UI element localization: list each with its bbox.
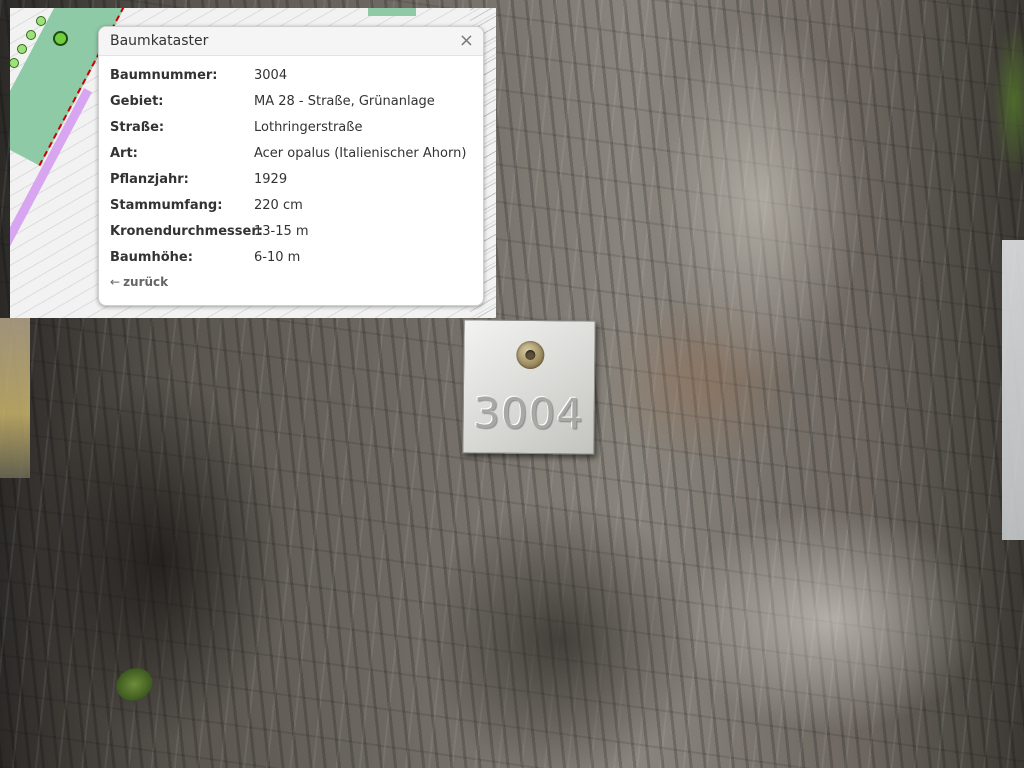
arrow-left-icon: ← <box>110 275 121 289</box>
tree-marker[interactable] <box>17 44 27 54</box>
attribute-label: Stammumfang: <box>110 197 223 213</box>
attribute-value: MA 28 - Straße, Grünanlage <box>254 94 435 110</box>
attribute-value: 13-15 m <box>254 223 309 239</box>
attribute-list: Baumnummer: 3004 Gebiet: MA 28 - Straße,… <box>110 63 477 270</box>
attribute-row-stammumfang: Stammumfang: 220 cm <box>110 192 477 218</box>
close-icon[interactable]: × <box>459 30 474 52</box>
foliage <box>984 0 1024 230</box>
attribute-label: Baumhöhe: <box>110 249 193 265</box>
popup-header: Baumkataster × <box>99 27 483 56</box>
attribute-value: 220 cm <box>254 197 303 213</box>
attribute-value: 3004 <box>254 68 288 84</box>
tree-number-tag: 3004 <box>462 319 596 455</box>
attribute-row-gebiet: Gebiet: MA 28 - Straße, Grünanlage <box>110 89 477 115</box>
attribute-value: 1929 <box>254 172 288 187</box>
attribute-row-kronendurchmesser: Kronendurchmesser: 13-15 m <box>110 218 477 244</box>
attribute-value: 6-10 m <box>254 249 301 265</box>
attribute-row-strasse: Straße: Lothringerstraße <box>110 115 477 141</box>
map-green-strip <box>368 8 416 16</box>
attribute-label: Gebiet: <box>110 94 164 110</box>
tree-marker-selected[interactable] <box>53 31 68 46</box>
attribute-label: Straße: <box>110 120 165 136</box>
popup-title: Baumkataster <box>110 33 209 49</box>
tree-marker[interactable] <box>36 16 46 26</box>
tree-info-popup: Baumkataster × Baumnummer: 3004 Gebiet: … <box>98 26 484 306</box>
attribute-value: Lothringerstraße <box>254 120 363 136</box>
attribute-row-baumhoehe: Baumhöhe: 6-10 m <box>110 244 477 270</box>
background-sky <box>1002 240 1024 540</box>
attribute-label: Art: <box>110 146 138 162</box>
tag-number: 3004 <box>473 388 585 439</box>
attribute-row-baumnummer: Baumnummer: 3004 <box>110 63 477 89</box>
map-view[interactable]: Baumkataster × Baumnummer: 3004 Gebiet: … <box>10 8 496 318</box>
attribute-label: Baumnummer: <box>110 68 218 84</box>
small-leaf <box>97 648 175 728</box>
attribute-label: Kronendurchmesser: <box>110 223 263 239</box>
tree-marker[interactable] <box>26 30 36 40</box>
tag-screw <box>516 340 545 370</box>
back-label: zurück <box>123 275 169 289</box>
attribute-label: Pflanzjahr: <box>110 172 189 187</box>
background-left <box>0 318 30 478</box>
attribute-row-art: Art: Acer opalus (Italienischer Ahorn) <box>110 141 477 167</box>
attribute-row-pflanzjahr: Pflanzjahr: 1929 <box>110 167 477 193</box>
back-link[interactable]: ← zurück <box>110 275 168 289</box>
attribute-value: Acer opalus (Italienischer Ahorn) <box>254 146 467 162</box>
